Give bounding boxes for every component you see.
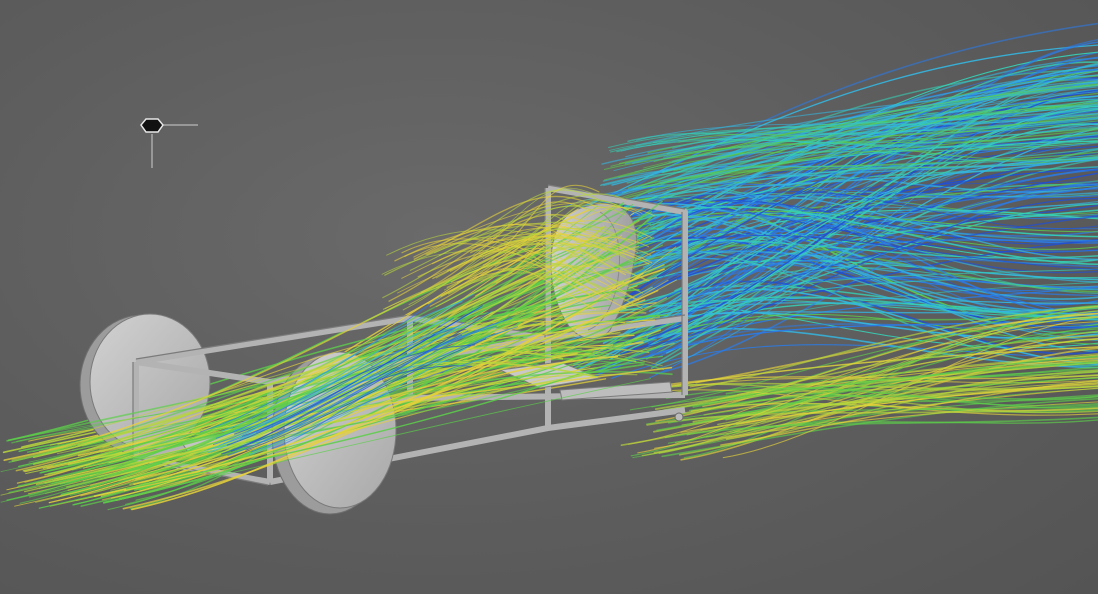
light-gizmo-icon[interactable] — [130, 108, 200, 170]
axle-hub — [674, 412, 684, 422]
cfd-scene[interactable] — [0, 0, 1098, 594]
3d-viewport[interactable] — [0, 0, 1098, 594]
